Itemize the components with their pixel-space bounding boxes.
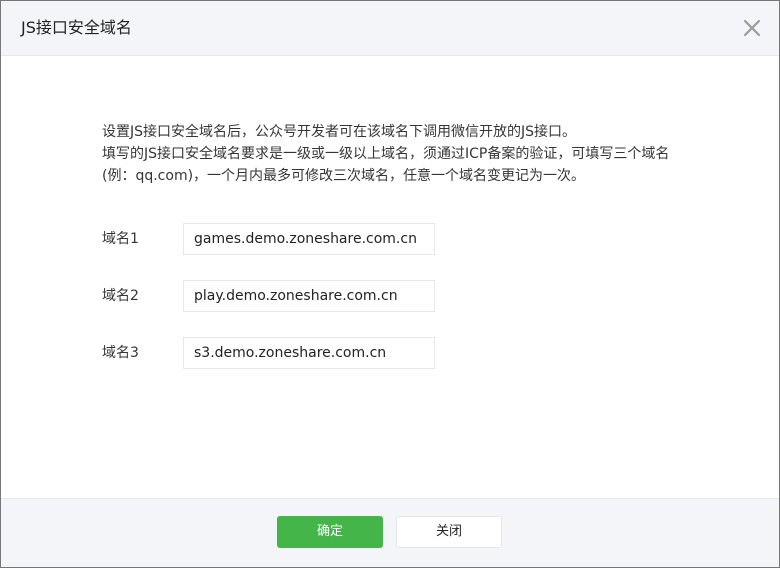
domain-row-1: 域名1 <box>102 223 442 255</box>
domain-input-1[interactable] <box>183 223 435 255</box>
domain-label-2: 域名2 <box>102 288 139 304</box>
dialog-footer: 确定 关闭 <box>1 498 779 567</box>
description-line: (例：qq.com)，一个月内最多可修改三次域名，任意一个域名变更记为一次。 <box>102 168 586 184</box>
dialog-header: JS接口安全域名 <box>1 1 779 56</box>
domain-input-2[interactable] <box>183 280 435 312</box>
description: 设置JS接口安全域名后，公众号开发者可在该域名下调用微信开放的JS接口。 填写的… <box>102 121 722 187</box>
close-dialog-button[interactable]: 关闭 <box>396 516 502 548</box>
domain-input-3[interactable] <box>183 337 435 369</box>
domain-label-3: 域名3 <box>102 345 139 361</box>
domain-row-2: 域名2 <box>102 280 442 312</box>
description-line: 设置JS接口安全域名后，公众号开发者可在该域名下调用微信开放的JS接口。 <box>102 124 577 140</box>
dialog: JS接口安全域名 设置JS接口安全域名后，公众号开发者可在该域名下调用微信开放的… <box>0 0 780 568</box>
close-icon <box>743 19 761 37</box>
close-button[interactable] <box>743 19 761 37</box>
dialog-title: JS接口安全域名 <box>21 18 132 37</box>
domain-row-3: 域名3 <box>102 337 442 369</box>
description-line: 填写的JS接口安全域名要求是一级或一级以上域名，须通过ICP备案的验证，可填写三… <box>102 146 670 162</box>
domain-label-1: 域名1 <box>102 231 139 247</box>
confirm-button[interactable]: 确定 <box>277 516 383 548</box>
